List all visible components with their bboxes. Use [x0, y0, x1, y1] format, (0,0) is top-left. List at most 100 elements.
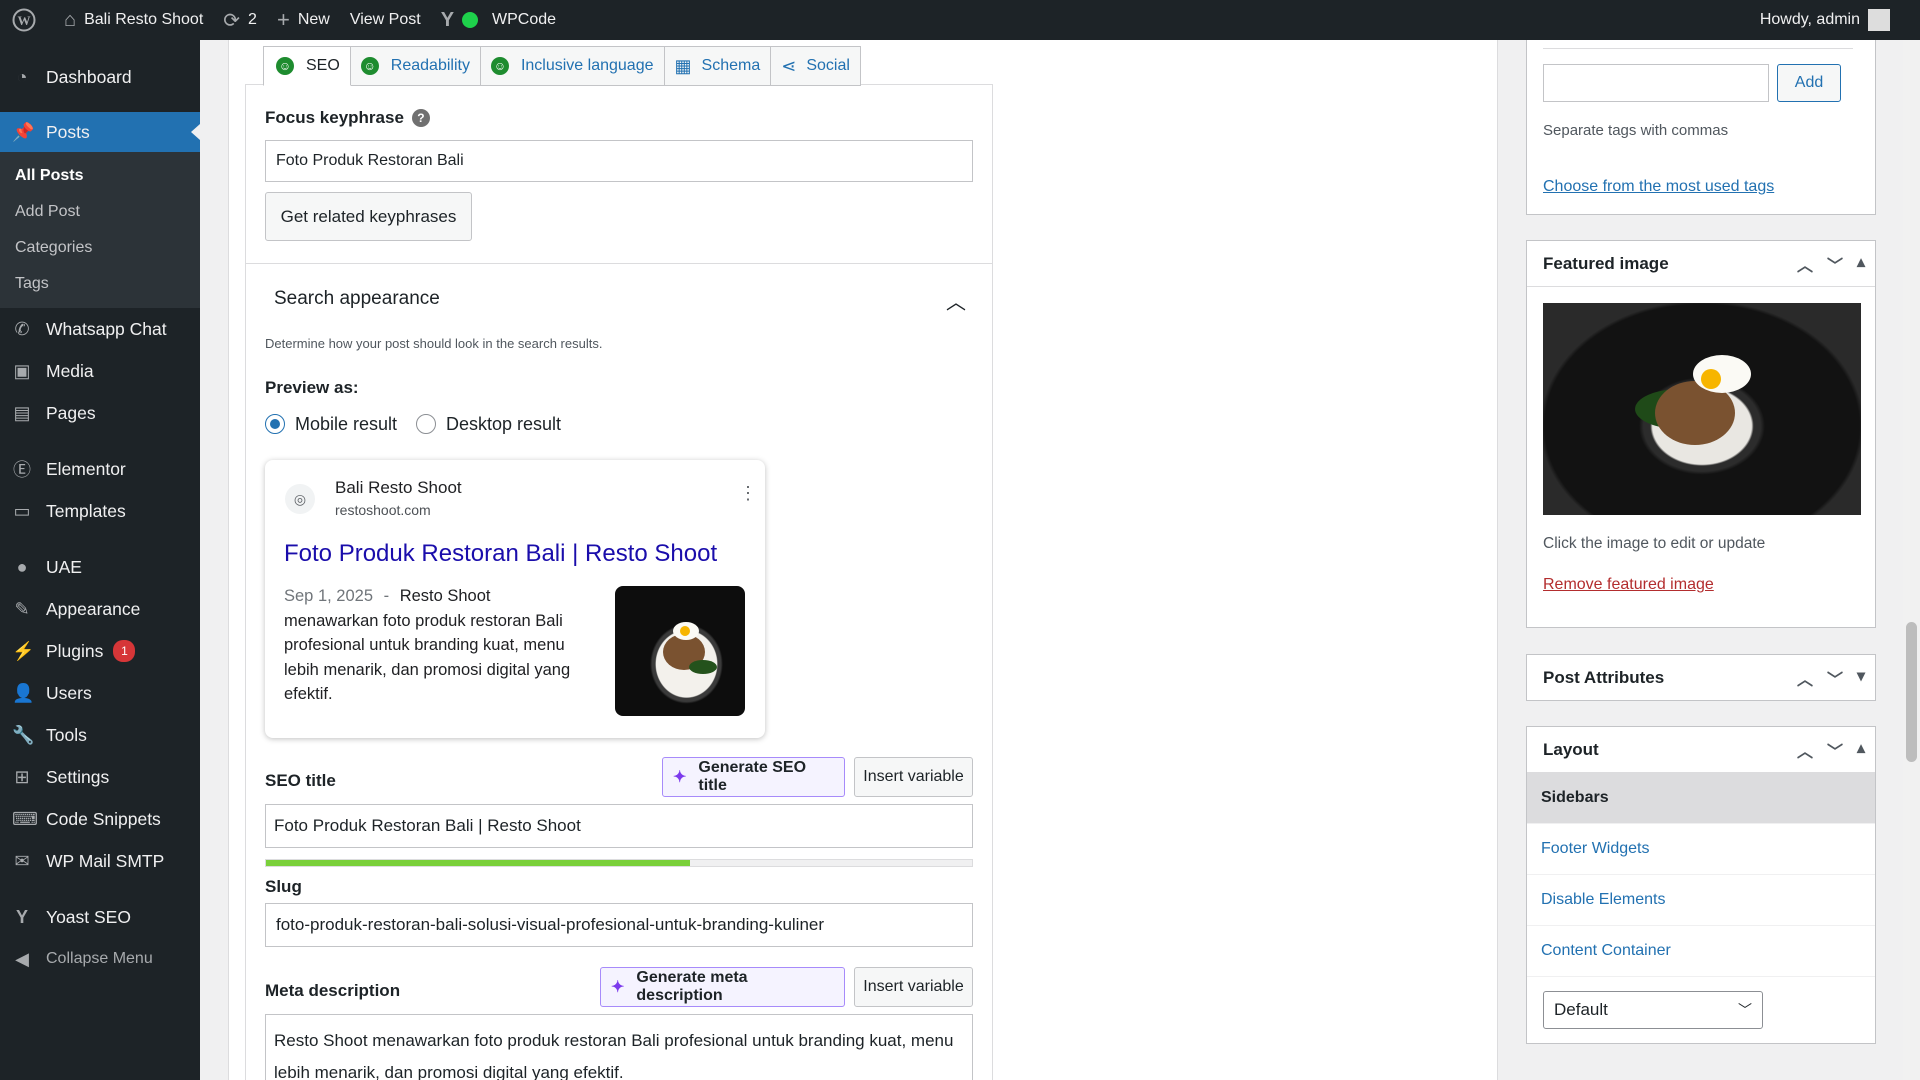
radio-checked-icon	[265, 414, 285, 434]
box-title: Featured image	[1543, 253, 1669, 273]
layout-tab-disable-elements[interactable]: Disable Elements	[1527, 875, 1875, 926]
post-attributes-header[interactable]: Post Attributes ︿ ﹀ ▾	[1527, 655, 1875, 701]
submenu-add-post[interactable]: Add Post	[0, 194, 200, 230]
desktop-result-radio[interactable]: Desktop result	[416, 414, 561, 435]
featured-image-box: Featured image ︿ ﹀ ▴ Click the image to ed…	[1526, 240, 1876, 628]
divider	[1543, 48, 1853, 49]
sidebar-item-whatsapp-chat[interactable]: ✆ Whatsapp Chat	[0, 308, 200, 350]
move-up-icon[interactable]: ︿	[1797, 738, 1813, 762]
more-options-icon[interactable]: ⋮	[739, 484, 757, 502]
serp-snippet: menawarkan foto produk restoran Bali pro…	[284, 611, 571, 704]
choose-most-used-tags-link[interactable]: Choose from the most used tags	[1543, 178, 1774, 196]
sparkle-icon: ✦	[611, 979, 625, 996]
sidebar-item-uae[interactable]: ● UAE	[0, 546, 200, 588]
home-icon: ⌂	[64, 8, 77, 31]
move-up-icon[interactable]: ︿	[1797, 666, 1813, 690]
sidebar-item-label: Settings	[46, 766, 110, 787]
move-down-icon[interactable]: ﹀	[1827, 738, 1843, 762]
seo-title-label: SEO title	[265, 771, 336, 790]
sidebar-item-yoast-seo[interactable]: Y Yoast SEO	[0, 896, 200, 938]
sidebar-item-label: Media	[46, 360, 94, 381]
submenu-tags[interactable]: Tags	[0, 266, 200, 302]
mobile-result-radio[interactable]: Mobile result	[265, 414, 397, 435]
move-down-icon[interactable]: ﹀	[1827, 252, 1843, 276]
sidebar-item-users[interactable]: 👤 Users	[0, 672, 200, 714]
expand-toggle-icon[interactable]: ▾	[1857, 666, 1865, 690]
move-up-icon[interactable]: ︿	[1797, 252, 1813, 276]
button-label: Generate SEO title	[698, 759, 807, 794]
new-tag-input[interactable]	[1543, 64, 1769, 102]
sidebar-item-appearance[interactable]: ✎ Appearance	[0, 588, 200, 630]
site-favicon-icon: ◎	[285, 484, 315, 514]
posts-submenu: All Posts Add Post Categories Tags	[0, 152, 200, 308]
dashboard-icon: ◔	[16, 66, 28, 87]
folder-icon: ▭	[13, 500, 31, 521]
sidebar-layout-select[interactable]: Default ﹀	[1543, 991, 1763, 1029]
smiley-good-icon: ☺	[360, 57, 379, 75]
tab-schema[interactable]: ▦ Schema	[664, 46, 772, 86]
generate-meta-description-button[interactable]: ✦ Generate meta description	[600, 967, 845, 1007]
page-scrollbar[interactable]	[1903, 40, 1920, 1080]
new-content-link[interactable]: + New	[267, 0, 340, 40]
sidebar-item-posts[interactable]: 📌 Posts	[0, 112, 200, 152]
tab-seo[interactable]: ☺ SEO	[263, 46, 351, 86]
site-name-link[interactable]: ⌂ Bali Resto Shoot	[54, 0, 213, 40]
seo-title-input[interactable]: Foto Produk Restoran Bali | Resto Shoot	[265, 804, 973, 848]
collapse-toggle-icon[interactable]: ▴	[1857, 738, 1865, 762]
sidebar-item-dashboard[interactable]: ◔ Dashboard	[0, 56, 200, 98]
account-menu[interactable]: Howdy, admin	[1750, 0, 1920, 40]
meta-description-textarea[interactable]: Resto Shoot menawarkan foto produk resto…	[265, 1014, 973, 1080]
box-controls: ︿ ﹀ ▴	[1797, 252, 1875, 276]
search-appearance-description: Determine how your post should look in t…	[265, 336, 603, 351]
collapse-toggle-icon[interactable]: ▴	[1857, 252, 1865, 276]
help-icon[interactable]: ?	[411, 109, 430, 127]
serp-title[interactable]: Foto Produk Restoran Bali | Resto Shoot	[284, 540, 717, 568]
slug-input[interactable]: foto-produk-restoran-bali-solusi-visual-…	[265, 903, 973, 947]
layout-header: Layout ︿ ﹀ ▴	[1527, 727, 1875, 773]
sidebar-item-wp-mail-smtp[interactable]: ✉ WP Mail SMTP	[0, 840, 200, 882]
featured-image-thumbnail[interactable]	[1543, 303, 1861, 515]
collapse-menu-button[interactable]: ◀ Collapse Menu	[0, 938, 200, 980]
page-scrollbar-thumb[interactable]	[1906, 622, 1917, 762]
insert-variable-meta-button[interactable]: Insert variable	[854, 967, 973, 1007]
chevron-up-icon[interactable]: ︿	[946, 286, 966, 315]
sidebar-item-label: Yoast SEO	[46, 906, 131, 927]
get-related-keyphrases-button[interactable]: Get related keyphrases	[265, 192, 472, 241]
sidebar-item-templates[interactable]: ▭ Templates	[0, 490, 200, 532]
insert-variable-title-button[interactable]: Insert variable	[854, 757, 973, 797]
sidebar-item-settings[interactable]: ⊞ Settings	[0, 756, 200, 798]
tab-readability[interactable]: ☺ Readability	[350, 46, 481, 86]
sidebar-item-label: Plugins	[46, 640, 104, 661]
wpcode-link[interactable]: WPCode	[492, 11, 556, 29]
sidebar-item-tools[interactable]: 🔧 Tools	[0, 714, 200, 756]
sidebar-item-elementor[interactable]: Ⓔ Elementor	[0, 448, 200, 490]
wordpress-logo-button[interactable]: W	[0, 0, 54, 40]
generate-seo-title-button[interactable]: ✦ Generate SEO title	[662, 757, 845, 797]
seo-title-length-bar	[265, 859, 973, 867]
sidebar-item-code-snippets[interactable]: ⌨ Code Snippets	[0, 798, 200, 840]
tab-label: SEO	[306, 57, 340, 74]
submenu-categories[interactable]: Categories	[0, 230, 200, 266]
radio-unchecked-icon	[416, 414, 436, 434]
updates-link[interactable]: ⟳ 2	[213, 0, 267, 40]
remove-featured-image-link[interactable]: Remove featured image	[1543, 576, 1714, 594]
sidebar-item-media[interactable]: ▣ Media	[0, 350, 200, 392]
search-appearance-heading[interactable]: Search appearance	[274, 288, 440, 310]
layout-tab-footer-widgets[interactable]: Footer Widgets	[1527, 824, 1875, 875]
tab-inclusive-language[interactable]: ☺ Inclusive language	[480, 46, 665, 86]
submenu-all-posts[interactable]: All Posts	[0, 158, 200, 194]
add-tag-button[interactable]: Add	[1777, 64, 1841, 102]
sidebar-item-label: Pages	[46, 402, 96, 423]
focus-keyphrase-input[interactable]: Foto Produk Restoran Bali	[265, 140, 973, 182]
chevron-down-icon: ﹀	[1738, 1002, 1752, 1018]
tab-social[interactable]: ⋖ Social	[771, 46, 861, 86]
sidebar-item-pages[interactable]: ▤ Pages	[0, 392, 200, 434]
layout-tab-content-container[interactable]: Content Container	[1527, 926, 1875, 977]
move-down-icon[interactable]: ﹀	[1827, 666, 1843, 690]
layout-tab-sidebars[interactable]: Sidebars	[1527, 773, 1875, 824]
grid-icon: ▦	[674, 55, 692, 76]
sidebar-item-plugins[interactable]: ⚡ Plugins 1	[0, 630, 200, 672]
yoast-menu-button[interactable]: Y WPCode	[431, 0, 566, 40]
post-attributes-box: Post Attributes ︿ ﹀ ▾	[1526, 654, 1876, 701]
view-post-link[interactable]: View Post	[340, 0, 431, 40]
